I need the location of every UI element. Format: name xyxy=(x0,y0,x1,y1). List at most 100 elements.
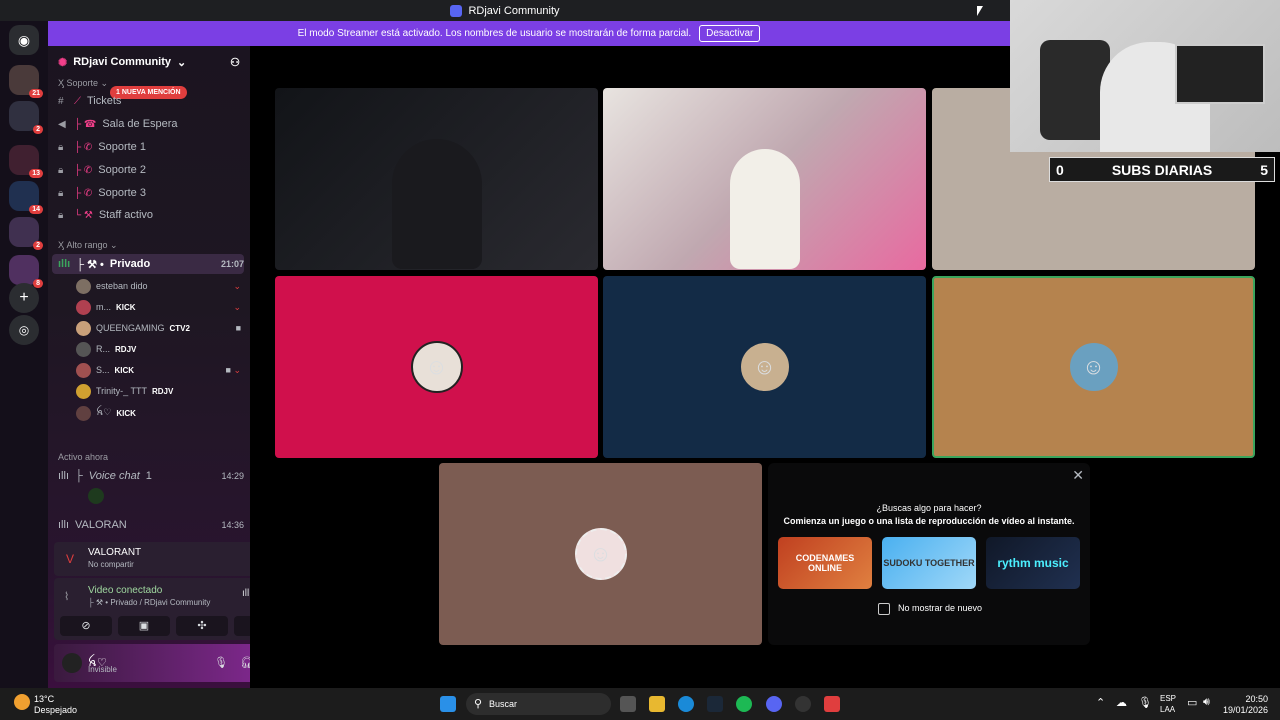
activity-sub: No compartir xyxy=(88,560,134,569)
channel-sala-de-espera[interactable]: ◀ ├ ☎ Sala de Espera xyxy=(58,114,244,134)
channel-soporte-1[interactable]: 🔒︎ ├ ✆ Soporte 1 xyxy=(58,137,244,157)
chevron-down-icon: ⌄ xyxy=(233,280,241,291)
valorant-taskbar-icon[interactable] xyxy=(824,696,840,712)
channel-staff-activo[interactable]: 🔒︎ └ ⚒ Staff activo xyxy=(58,205,244,225)
subs-left-count: 0 xyxy=(1056,161,1064,178)
add-member-icon[interactable]: ⚇ xyxy=(230,56,240,69)
voice-activity-icon: ıllı xyxy=(58,258,71,270)
close-icon[interactable]: ✕ xyxy=(1072,467,1084,484)
lock-icon: 🔒︎ xyxy=(58,164,64,176)
streamer-webcam xyxy=(1010,0,1280,152)
video-tile[interactable] xyxy=(603,88,926,270)
category-alto-rango[interactable]: Ӽ Alto rango ⌄ xyxy=(58,240,118,251)
channel-voice-chat[interactable]: ıllı ├ Voice chat 1 14:29 xyxy=(58,466,244,486)
weather-icon[interactable] xyxy=(14,694,30,710)
deactivate-button[interactable]: Desactivar xyxy=(699,25,761,42)
camera-icon: ■ xyxy=(235,323,241,333)
avatar: ☺ xyxy=(574,528,627,580)
clock-time[interactable]: 20:50 xyxy=(1220,694,1268,704)
signal-icon[interactable]: ⌇ xyxy=(64,590,69,603)
activities-button[interactable]: ✣ xyxy=(176,616,228,636)
voice-user[interactable]: R... RDJV xyxy=(76,339,241,359)
channel-soporte-2[interactable]: 🔒︎ ├ ✆ Soporte 2 xyxy=(58,160,244,180)
server-header[interactable]: ✺ RDjavi Community ⌄ ⚇ xyxy=(48,46,250,78)
windows-taskbar: 13°C Despejado ⚲ Buscar ⌃ ☁ 🎙︎ ESP LAA ▭… xyxy=(0,688,1280,720)
chevron-down-icon: ⌄ xyxy=(177,56,187,69)
webcam-person xyxy=(729,149,800,269)
streamer-mode-banner: El modo Streamer está activado. Los nomb… xyxy=(48,21,1010,46)
server-name: RDjavi Community xyxy=(73,56,172,68)
category-activo-ahora: Activo ahora xyxy=(58,452,109,462)
add-server-icon[interactable]: + xyxy=(9,283,39,313)
file-explorer-icon[interactable] xyxy=(649,696,665,712)
guild-icon[interactable]: 2 xyxy=(9,217,43,250)
avatar xyxy=(76,383,91,399)
avatar xyxy=(76,405,91,421)
chevron-up-icon[interactable]: ⌃ xyxy=(1096,696,1105,709)
guild-icon[interactable]: 14 xyxy=(9,181,43,214)
voice-user[interactable]: esteban dido ⌄ xyxy=(76,276,241,296)
channel-tickets[interactable]: # ⟋ Tickets xyxy=(58,91,244,111)
avatar xyxy=(76,278,91,294)
tv xyxy=(1175,44,1265,104)
dont-show-label: No mostrar de nuevo xyxy=(898,603,983,613)
channel-valoran[interactable]: ıllı VALORAN 14:36 xyxy=(58,515,244,535)
discord-home-icon[interactable]: ◉ xyxy=(9,25,39,55)
avatar xyxy=(76,362,91,378)
network-icon[interactable]: ▭ xyxy=(1187,696,1197,709)
windows-start-icon[interactable] xyxy=(440,696,456,712)
search-box[interactable]: ⚲ Buscar xyxy=(466,693,611,715)
avatar[interactable] xyxy=(62,653,82,673)
weather-desc: Despejado xyxy=(34,705,78,715)
guild-icon[interactable]: 2 xyxy=(9,101,43,134)
voice-tile[interactable]: ☺ xyxy=(439,463,762,645)
subs-right-count: 5 xyxy=(1260,161,1268,178)
subs-label: SUBS DIARIAS xyxy=(1111,161,1213,178)
server-icon: ✺ xyxy=(58,56,68,69)
guild-icon[interactable]: 21 xyxy=(9,65,43,98)
voice-tile[interactable]: ☺ xyxy=(275,276,598,458)
microphone-tray-icon[interactable]: 🎙︎ xyxy=(1138,696,1152,709)
lock-icon: 🔒︎ xyxy=(58,141,64,153)
task-view-icon[interactable] xyxy=(620,696,636,712)
video-tile[interactable] xyxy=(275,88,598,270)
camera-off-button[interactable]: ⊘ xyxy=(60,616,112,636)
sudoku-card[interactable]: SUDOKU TOGETHER xyxy=(882,537,976,589)
edge-icon[interactable] xyxy=(678,696,694,712)
window-titlebar: RDjavi Community xyxy=(0,0,1010,21)
category-soporte[interactable]: Ӽ Soporte ⌄ xyxy=(58,78,108,89)
volume-icon[interactable]: 🔊︎ xyxy=(1203,696,1210,709)
spotify-icon[interactable] xyxy=(736,696,752,712)
channel-privado[interactable]: ıllı ├ ⚒ • Privado 21:07 xyxy=(52,254,244,274)
discord-icon[interactable] xyxy=(766,696,782,712)
guild-icon[interactable]: 13 xyxy=(9,145,43,178)
voice-tile-speaking[interactable]: ☺ xyxy=(932,276,1255,458)
activities-subtitle: Comienza un juego o una lista de reprodu… xyxy=(783,516,1075,526)
hash-icon: # xyxy=(58,95,64,107)
avatar xyxy=(76,341,91,357)
microphone-icon[interactable]: 🎙︎ xyxy=(214,656,228,669)
explore-icon[interactable]: ◎ xyxy=(9,315,39,345)
streamer-banner-text: El modo Streamer está activado. Los nomb… xyxy=(297,28,692,39)
lang-code[interactable]: ESP xyxy=(1160,694,1176,703)
voice-tile[interactable]: ☺ xyxy=(603,276,926,458)
channel-soporte-3[interactable]: 🔒︎ ├ ✆ Soporte 3 xyxy=(58,183,244,203)
cloud-icon[interactable]: ☁ xyxy=(1116,696,1127,709)
weather-temp: 13°C xyxy=(34,694,55,704)
rythm-card[interactable]: rythm music xyxy=(986,537,1080,589)
obs-icon[interactable] xyxy=(795,696,811,712)
steam-icon[interactable] xyxy=(707,696,723,712)
search-icon: ⚲ xyxy=(474,698,483,710)
voice-user[interactable]: QUEENGAMING CTV2 ■ xyxy=(76,318,241,338)
avatar: ☺ xyxy=(738,341,791,393)
my-status: Invisible xyxy=(88,665,117,674)
voice-user[interactable]: m... KICK ⌄ xyxy=(76,297,241,317)
voice-user[interactable]: ꫝ♡ KICK xyxy=(76,403,241,423)
voice-user[interactable]: S... KICK ■ ⌄ xyxy=(76,360,241,380)
guild-icon[interactable]: 8 xyxy=(9,255,43,288)
codenames-card[interactable]: CODENAMES ONLINE xyxy=(778,537,872,589)
dont-show-checkbox[interactable] xyxy=(878,603,890,615)
video-path: ├ ⚒ • Privado / RDjavi Community xyxy=(88,598,211,607)
voice-user[interactable]: Trinity-_ TTT RDJV xyxy=(76,381,241,401)
screen-share-button[interactable]: ▣ xyxy=(118,616,170,636)
